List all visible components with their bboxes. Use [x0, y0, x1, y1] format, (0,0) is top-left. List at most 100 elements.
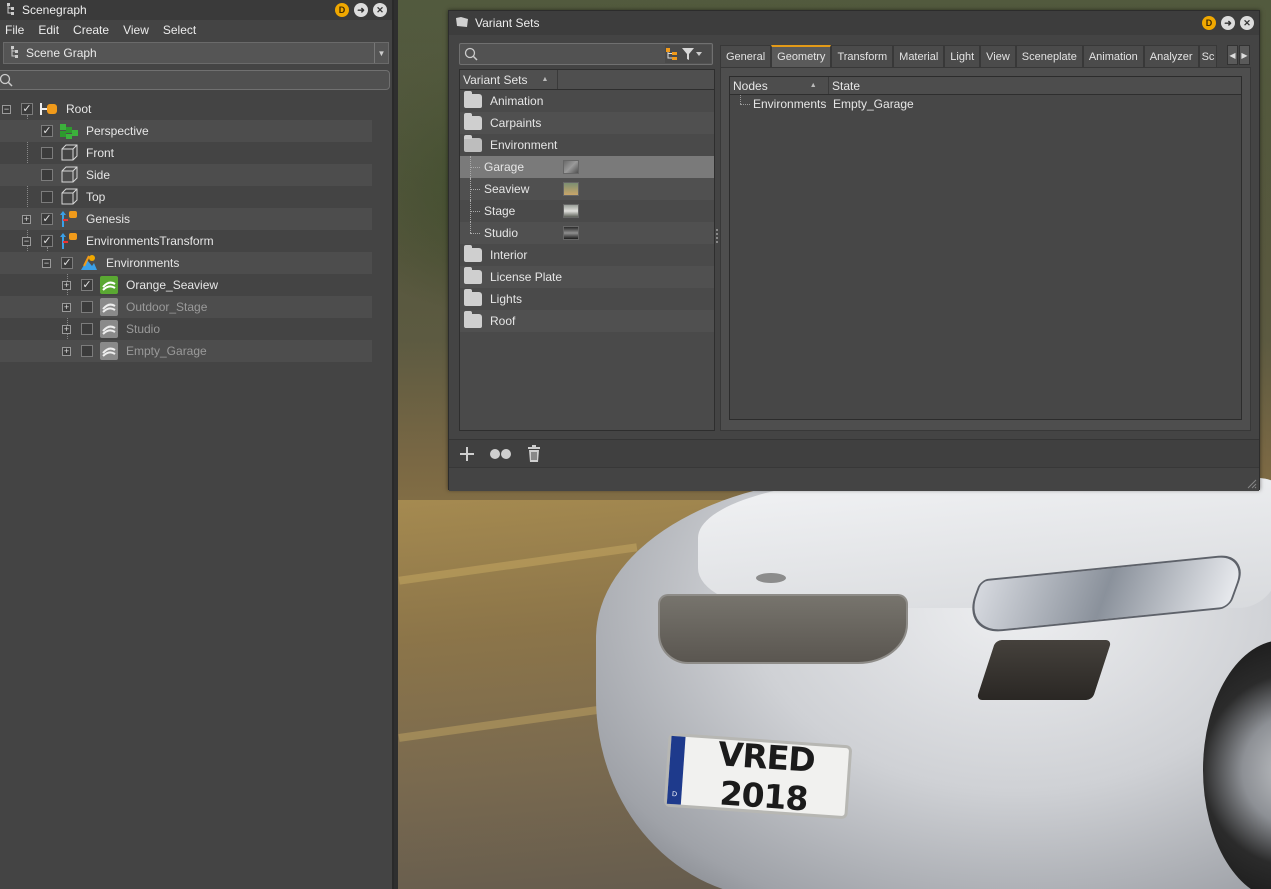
variant-label: Seaview — [484, 182, 530, 196]
visibility-checkbox[interactable]: ✓ — [61, 257, 73, 269]
environment-sphere-icon — [100, 320, 118, 338]
car-logo — [756, 573, 786, 583]
tab-view[interactable]: View — [980, 45, 1016, 67]
trash-icon[interactable] — [527, 444, 541, 463]
add-icon[interactable] — [459, 446, 475, 462]
expand-icon[interactable]: + — [62, 346, 71, 356]
close-icon[interactable]: ✕ — [373, 3, 387, 17]
tab-sceneplate-overflow[interactable]: Sc — [1198, 45, 1218, 67]
close-icon[interactable]: ✕ — [1240, 16, 1254, 30]
tree-node-orange-seaview[interactable]: + ✓ Orange_Seaview — [0, 274, 372, 296]
visibility-checkbox[interactable] — [41, 147, 53, 159]
expand-icon[interactable]: + — [62, 324, 71, 334]
tab-scroll-left-icon[interactable]: ◀ — [1227, 45, 1238, 65]
scenegraph-search-input[interactable] — [0, 70, 390, 90]
tree-node-environmentstransform[interactable]: − ✓ EnvironmentsTransform — [0, 230, 372, 252]
variant-set-roof[interactable]: Roof — [460, 310, 714, 332]
tab-scroll-right-icon[interactable]: ▶ — [1239, 45, 1250, 65]
node-label: Studio — [126, 322, 161, 336]
variant-stage[interactable]: Stage — [460, 200, 714, 222]
collapse-icon[interactable]: − — [42, 258, 51, 268]
visibility-checkbox[interactable] — [81, 301, 93, 313]
tree-node-genesis[interactable]: + ✓ Genesis — [0, 208, 372, 230]
menu-file[interactable]: File — [5, 23, 24, 37]
node-label: Environments — [106, 256, 180, 270]
variant-set-interior[interactable]: Interior — [460, 244, 714, 266]
tree-node-outdoor-stage[interactable]: + Outdoor_Stage — [0, 296, 372, 318]
tree-node-studio[interactable]: + Studio — [0, 318, 372, 340]
dock-badge-icon[interactable]: D — [1202, 16, 1216, 30]
tree-node-side[interactable]: Side — [0, 164, 372, 186]
variant-search-input[interactable] — [459, 43, 713, 65]
tree-view-toggle-icon[interactable] — [665, 47, 679, 61]
menu-create[interactable]: Create — [73, 23, 109, 37]
variant-garage[interactable]: Garage — [460, 156, 714, 178]
tab-light[interactable]: Light — [944, 45, 981, 67]
transform-icon — [60, 233, 77, 249]
variant-studio[interactable]: Studio — [460, 222, 714, 244]
variant-set-animation[interactable]: Animation — [460, 90, 714, 112]
variant-status-bar — [449, 467, 1259, 491]
menu-select[interactable]: Select — [163, 23, 196, 37]
variant-seaview[interactable]: Seaview — [460, 178, 714, 200]
tab-material[interactable]: Material — [893, 45, 945, 67]
tree-node-root[interactable]: − ✓ Root — [0, 98, 372, 120]
chevron-down-icon[interactable]: ▼ — [374, 43, 388, 63]
tab-transform[interactable]: Transform — [831, 45, 894, 67]
visibility-checkbox[interactable] — [81, 323, 93, 335]
tree-node-environments[interactable]: − ✓ Environments — [0, 252, 372, 274]
collapse-icon[interactable]: − — [2, 104, 11, 114]
geometry-tab-pane: Nodes ▲ State Environments Empty_Garage — [720, 67, 1251, 431]
undock-arrow-icon[interactable]: ➜ — [1221, 16, 1235, 30]
dock-badge-icon[interactable]: D — [335, 3, 349, 17]
column-header-variant-sets[interactable]: Variant Sets ▲ — [460, 70, 558, 89]
variant-set-environment[interactable]: Environment — [460, 134, 714, 156]
tab-geometry[interactable]: Geometry — [771, 45, 832, 67]
expand-icon[interactable]: + — [62, 280, 71, 290]
visibility-checkbox[interactable] — [41, 169, 53, 181]
view-selector-dropdown[interactable]: Scene Graph ▼ — [3, 42, 389, 64]
variant-set-carpaints[interactable]: Carpaints — [460, 112, 714, 134]
tree-node-perspective[interactable]: ✓ Perspective — [0, 120, 372, 142]
visibility-checkbox[interactable]: ✓ — [41, 125, 53, 137]
tree-node-top[interactable]: Top — [0, 186, 372, 208]
menu-view[interactable]: View — [123, 23, 149, 37]
duplicate-icon[interactable] — [489, 447, 513, 461]
tab-animation[interactable]: Animation — [1082, 45, 1144, 67]
table-row[interactable]: Environments Empty_Garage — [730, 95, 1241, 113]
visibility-checkbox[interactable] — [81, 345, 93, 357]
undock-arrow-icon[interactable]: ➜ — [354, 3, 368, 17]
variant-thumbnail — [563, 226, 579, 240]
license-plate: D VRED 2018 — [663, 732, 853, 820]
column-header-nodes[interactable]: Nodes ▲ — [730, 77, 829, 94]
car-fog-light — [976, 640, 1112, 700]
expand-icon[interactable]: + — [62, 302, 71, 312]
visibility-checkbox[interactable]: ✓ — [41, 213, 53, 225]
filter-controls — [665, 45, 711, 63]
column-header-state[interactable]: State — [829, 77, 1241, 94]
menu-edit[interactable]: Edit — [38, 23, 59, 37]
plate-text: VRED 2018 — [716, 734, 817, 819]
scenegraph-title-bar[interactable]: Scenegraph D ➜ ✕ — [0, 0, 392, 20]
table-header: Nodes ▲ State — [730, 77, 1241, 95]
scenegraph-view-icon — [10, 45, 20, 62]
visibility-checkbox[interactable]: ✓ — [21, 103, 33, 115]
resize-grip-icon[interactable] — [1247, 479, 1257, 489]
visibility-checkbox[interactable]: ✓ — [41, 235, 53, 247]
variant-sets-title-bar[interactable]: Variant Sets D ➜ ✕ — [449, 11, 1259, 35]
tab-analyzer[interactable]: Analyzer — [1143, 45, 1199, 67]
collapse-icon[interactable]: − — [22, 236, 31, 246]
tree-node-front[interactable]: Front — [0, 142, 372, 164]
environment-switch-icon — [81, 255, 97, 270]
tab-sceneplate[interactable]: Sceneplate — [1015, 45, 1083, 67]
visibility-checkbox[interactable] — [41, 191, 53, 203]
node-label: Genesis — [86, 212, 131, 226]
visibility-checkbox[interactable]: ✓ — [81, 279, 93, 291]
expand-icon[interactable]: + — [22, 214, 31, 224]
tree-node-empty-garage[interactable]: + Empty_Garage — [0, 340, 372, 362]
filter-icon[interactable] — [681, 47, 703, 61]
tab-general[interactable]: General — [720, 45, 772, 67]
variant-set-license-plate[interactable]: License Plate — [460, 266, 714, 288]
variant-sets-header[interactable]: Variant Sets ▲ — [460, 70, 714, 90]
variant-set-lights[interactable]: Lights — [460, 288, 714, 310]
